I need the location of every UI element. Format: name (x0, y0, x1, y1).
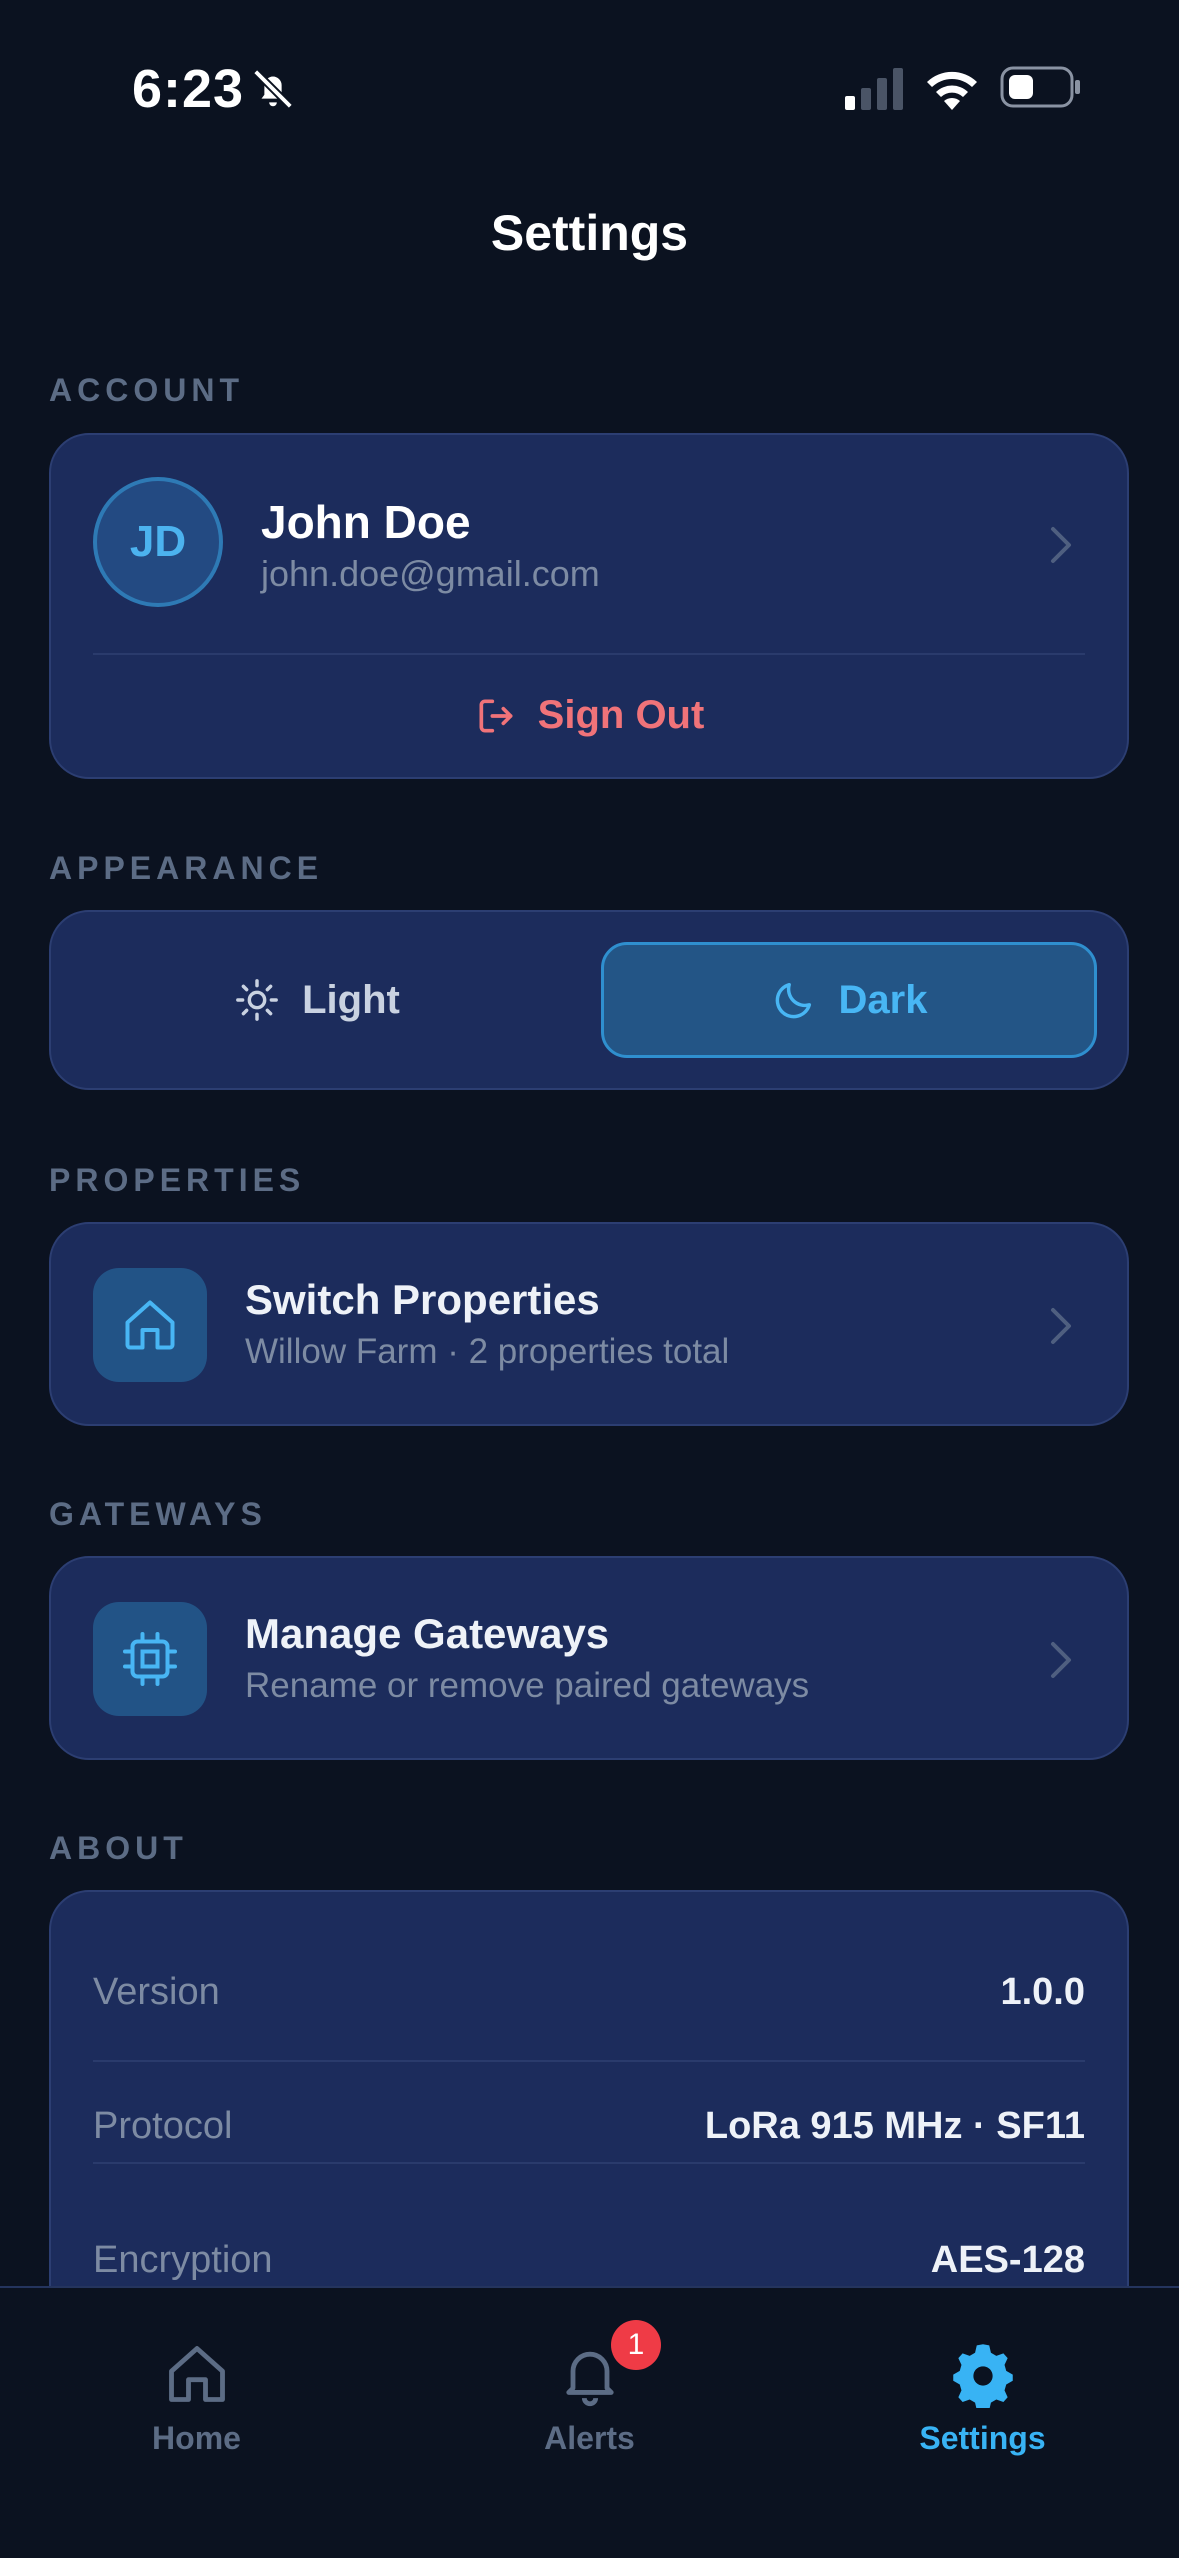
chip-icon (123, 1632, 177, 1686)
section-label-gateways: GATEWAYS (49, 1496, 267, 1532)
divider (93, 2060, 1085, 2062)
about-key: Encryption (93, 2238, 273, 2281)
appearance-card: Light Dark (49, 910, 1129, 1090)
wifi-icon (927, 71, 977, 110)
about-row-version: Version 1.0.0 (93, 1962, 1085, 2022)
about-key: Version (93, 1970, 220, 2013)
divider (93, 653, 1085, 655)
theme-dark-label: Dark (838, 977, 928, 1022)
account-email: john.doe@gmail.com (261, 553, 600, 594)
about-value: LoRa 915 MHz · SF11 (704, 2104, 1085, 2147)
avatar: JD (93, 477, 223, 607)
tab-home[interactable]: Home (0, 2288, 393, 2488)
alerts-badge: 1 (611, 2320, 661, 2370)
sign-out-icon (479, 699, 513, 732)
switch-properties-row[interactable]: Switch Properties Willow Farm · 2 proper… (49, 1222, 1129, 1426)
sun-icon (236, 979, 279, 1021)
account-name: John Doe (261, 496, 471, 548)
house-icon-tile (93, 1268, 207, 1382)
section-label-properties: PROPERTIES (49, 1162, 306, 1198)
about-value: AES-128 (930, 2238, 1085, 2281)
manage-gateways-title: Manage Gateways (245, 1610, 610, 1657)
about-key: Protocol (93, 2104, 233, 2147)
section-label-account: ACCOUNT (49, 372, 244, 408)
page-title: Settings (490, 205, 689, 261)
status-bar: 6:23 (0, 0, 1179, 170)
account-card: JD John Doe john.doe@gmail.com Sign Out (49, 433, 1129, 779)
home-icon (168, 2346, 225, 2402)
manage-gateways-row[interactable]: Manage Gateways Rename or remove paired … (49, 1556, 1129, 1760)
tab-bar: Home 1 Alerts Settings (0, 2286, 1179, 2558)
section-label-appearance: APPEARANCE (49, 850, 324, 886)
theme-light-label: Light (302, 977, 400, 1022)
chevron-right-icon (1051, 1642, 1071, 1678)
about-row-protocol: Protocol LoRa 915 MHz · SF11 (93, 2096, 1085, 2156)
switch-properties-title: Switch Properties (245, 1276, 600, 1323)
about-row-encryption: Encryption AES-128 (93, 2230, 1085, 2290)
cellular-signal-icon (845, 68, 903, 110)
section-label-about: ABOUT (49, 1830, 188, 1866)
tab-settings-label: Settings (919, 2420, 1046, 2456)
sign-out-label: Sign Out (537, 693, 705, 737)
moon-icon (775, 982, 811, 1019)
sign-out-button[interactable]: Sign Out (51, 693, 1127, 738)
theme-dark-option[interactable]: Dark (601, 942, 1097, 1058)
battery-icon (1000, 66, 1080, 108)
manage-gateways-subtitle: Rename or remove paired gateways (245, 1666, 810, 1705)
about-value: 1.0.0 (1000, 1970, 1085, 2013)
about-card: Version 1.0.0 Protocol LoRa 915 MHz · SF… (49, 1890, 1129, 2330)
bell-muted-icon (253, 69, 293, 109)
gear-icon (952, 2344, 1013, 2408)
status-time: 6:23 (132, 59, 245, 119)
tab-alerts-label: Alerts (544, 2420, 635, 2456)
chevron-right-icon (1051, 1308, 1071, 1344)
tab-settings[interactable]: Settings (786, 2288, 1179, 2488)
chevron-right-icon[interactable] (1049, 525, 1073, 565)
switch-properties-subtitle: Willow Farm · 2 properties total (245, 1332, 730, 1371)
chip-icon-tile (93, 1602, 207, 1716)
theme-light-option[interactable]: Light (69, 942, 565, 1058)
tab-alerts[interactable]: 1 Alerts (393, 2288, 786, 2488)
divider (93, 2162, 1085, 2164)
house-icon (125, 1300, 175, 1350)
tab-home-label: Home (152, 2420, 241, 2456)
